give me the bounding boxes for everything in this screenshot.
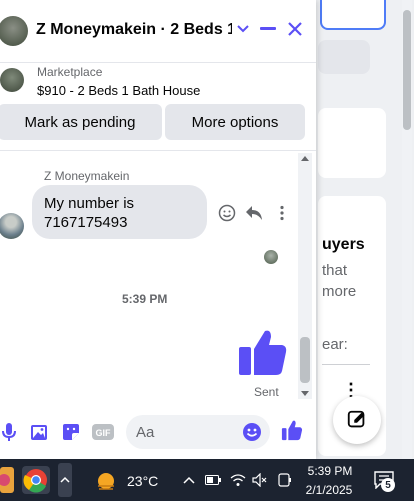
- minimize-icon[interactable]: [257, 18, 279, 40]
- background-card: [320, 0, 386, 30]
- chat-window: Z Moneymakein · 2 Beds 1 ... Marketplace…: [0, 0, 316, 459]
- chevron-down-icon[interactable]: [232, 18, 254, 40]
- photo-icon[interactable]: [29, 421, 51, 443]
- wifi-icon[interactable]: [230, 471, 246, 489]
- chat-scrollbar[interactable]: [298, 153, 312, 399]
- scroll-down-icon[interactable]: [301, 391, 309, 396]
- like-icon[interactable]: [281, 419, 303, 441]
- notification-count-badge: 5: [381, 478, 395, 492]
- show-hidden-apps-icon[interactable]: [58, 463, 72, 497]
- sticker-icon[interactable]: [60, 421, 82, 443]
- chrome-icon[interactable]: [20, 465, 52, 495]
- weather-sun-icon[interactable]: [94, 469, 118, 493]
- background-card: [318, 108, 386, 178]
- message-timestamp: 5:39 PM: [122, 292, 168, 306]
- background-button[interactable]: [318, 40, 370, 74]
- more-actions-icon[interactable]: [272, 203, 292, 223]
- volume-muted-icon[interactable]: [252, 471, 268, 489]
- message-bubble[interactable]: My number is 7167175493: [32, 185, 207, 239]
- reply-icon[interactable]: [244, 203, 264, 223]
- scrollbar-thumb[interactable]: [300, 337, 310, 383]
- microphone-icon[interactable]: [0, 421, 20, 443]
- background-text: more: [322, 283, 357, 300]
- message-list: Z Moneymakein My number is 7167175493 5:…: [0, 151, 316, 401]
- chevron-up-icon[interactable]: [182, 471, 196, 489]
- message-text: My number is: [44, 195, 135, 212]
- sent-like-icon[interactable]: [238, 327, 288, 377]
- mark-as-pending-button[interactable]: Mark as pending: [0, 104, 162, 140]
- background-text: that: [322, 262, 348, 279]
- more-options-button[interactable]: More options: [165, 104, 305, 140]
- sender-name: Z Moneymakein: [44, 169, 130, 183]
- svg-text:GIF: GIF: [96, 428, 112, 438]
- divider: [322, 364, 370, 365]
- scrollbar-thumb[interactable]: [403, 10, 411, 130]
- avatar[interactable]: [0, 16, 28, 46]
- scroll-up-icon[interactable]: [301, 156, 309, 161]
- listing-thumbnail[interactable]: [0, 68, 24, 92]
- pen-menu-icon[interactable]: [277, 471, 293, 489]
- new-message-button[interactable]: [333, 396, 381, 444]
- gif-icon[interactable]: GIF: [92, 421, 114, 443]
- listing-summary[interactable]: Marketplace $910 - 2 Beds 1 Bath House: [0, 62, 316, 102]
- taskbar-app-icon[interactable]: [0, 465, 14, 495]
- listing-title[interactable]: $910 - 2 Beds 1 Bath House: [37, 83, 200, 98]
- seen-indicator-avatar: [264, 250, 278, 264]
- message-composer: GIF: [0, 405, 316, 459]
- message-text: 7167175493: [44, 214, 128, 231]
- chat-title[interactable]: Z Moneymakein · 2 Beds 1 ...: [36, 21, 232, 39]
- sent-status: Sent: [254, 385, 279, 399]
- listing-source: Marketplace: [37, 65, 103, 79]
- react-emoji-icon[interactable]: [217, 203, 237, 223]
- compose-icon: [347, 410, 365, 428]
- weather-temperature[interactable]: 23°C: [127, 473, 158, 489]
- clock-date[interactable]: 2/1/2025: [303, 483, 355, 497]
- background-heading: uyers: [322, 236, 365, 253]
- background-text: ear:: [322, 336, 348, 353]
- close-icon[interactable]: [284, 18, 306, 40]
- clock-time[interactable]: 5:39 PM: [307, 464, 353, 478]
- windows-taskbar: 23°C 5:39 PM 2/1/2025 5: [0, 459, 414, 501]
- emoji-icon[interactable]: [241, 421, 263, 443]
- battery-icon[interactable]: [205, 471, 221, 489]
- chat-header[interactable]: Z Moneymakein · 2 Beds 1 ...: [0, 0, 316, 62]
- sender-avatar[interactable]: [0, 213, 24, 239]
- page-scrollbar[interactable]: [402, 0, 412, 459]
